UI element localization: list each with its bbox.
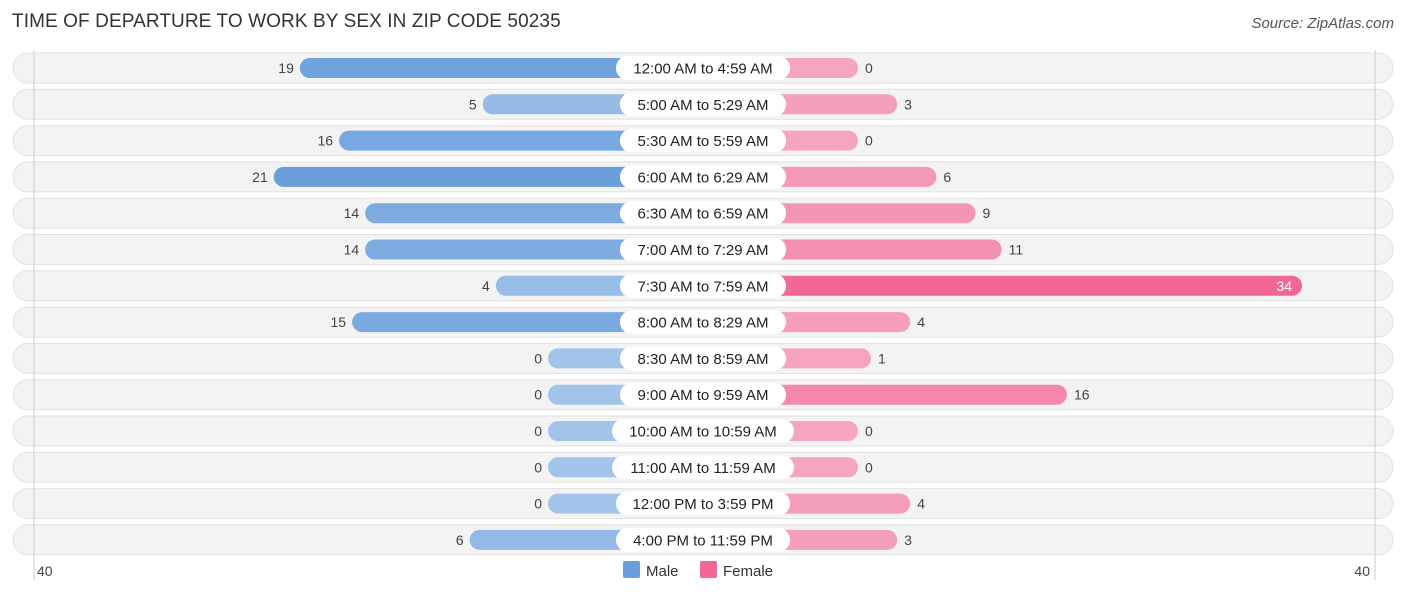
value-label-male: 0 xyxy=(534,350,542,366)
value-label-female: 4 xyxy=(917,496,925,512)
value-label-female: 6 xyxy=(943,169,951,185)
value-label-male: 5 xyxy=(469,96,477,112)
value-label-female: 4 xyxy=(917,314,925,330)
category-label: 6:00 AM to 6:29 AM xyxy=(638,169,769,186)
chart-rows: 12:00 AM to 4:59 AM19 05:00 AM to 5:29 AM… xyxy=(12,52,1394,556)
value-label-male: 16 xyxy=(317,133,333,149)
value-label-male: 14 xyxy=(344,242,360,258)
value-label-female: 1 xyxy=(878,350,886,366)
value-label-female: 0 xyxy=(865,459,873,475)
value-label-female: 0 xyxy=(865,133,873,149)
chart-row: 4:00 PM to 11:59 PM 6 3 xyxy=(12,524,1394,556)
legend-swatch-male xyxy=(623,561,640,578)
chart-svg: 12:00 AM to 4:59 AM19 05:00 AM to 5:29 AM… xyxy=(12,50,1394,580)
legend: Male Female xyxy=(623,561,773,580)
chart-row: 7:30 AM to 7:59 AM 4 34 xyxy=(12,270,1394,302)
value-label-female: 11 xyxy=(1009,242,1024,258)
value-label-male: 15 xyxy=(331,314,347,330)
category-label: 11:00 AM to 11:59 AM xyxy=(630,460,775,477)
chart-row: 11:00 AM to 11:59 AM 0 0 xyxy=(12,451,1394,483)
value-label-male: 0 xyxy=(534,387,542,403)
category-label: 7:30 AM to 7:59 AM xyxy=(638,278,769,295)
chart-row: 6:30 AM to 6:59 AM 14 9 xyxy=(12,197,1394,229)
value-label-female: 3 xyxy=(904,96,912,112)
category-label: 6:30 AM to 6:59 AM xyxy=(638,206,769,223)
value-label-male: 0 xyxy=(534,496,542,512)
value-label-male: 21 xyxy=(252,169,268,185)
chart-row: 8:30 AM to 8:59 AM 0 1 xyxy=(12,342,1394,374)
chart-row: 10:00 AM to 10:59 AM 0 0 xyxy=(12,415,1394,447)
category-label: 12:00 PM to 3:59 PM xyxy=(633,496,774,513)
value-label-male: 0 xyxy=(534,423,542,439)
value-label-female: 3 xyxy=(904,532,912,548)
chart-row: 5:00 AM to 5:29 AM 5 3 xyxy=(12,88,1394,120)
category-label: 12:00 AM to 4:59 AM xyxy=(633,61,772,78)
axis-right-label: 40 xyxy=(1354,563,1370,579)
value-label-female: 9 xyxy=(983,205,991,221)
chart-row: 12:00 AM to 4:59 AM 19 0 xyxy=(12,52,1394,84)
value-label-female: 16 xyxy=(1074,387,1090,403)
value-label-female: 34 xyxy=(1276,278,1292,294)
value-label-male: 6 xyxy=(456,532,464,548)
chart-row: 7:00 AM to 7:29 AM 14 11 xyxy=(12,234,1394,265)
legend-label-male: Male xyxy=(646,563,679,580)
category-label: 10:00 AM to 10:59 AM xyxy=(629,424,777,441)
value-label-male: 19 xyxy=(278,60,294,76)
chart-row: 12:00 PM to 3:59 PM 0 4 xyxy=(12,488,1394,520)
chart-row: 5:30 AM to 5:59 AM 16 0 xyxy=(12,125,1394,157)
category-label: 8:30 AM to 8:59 AM xyxy=(638,351,769,368)
chart-row: 8:00 AM to 8:29 AM 15 4 xyxy=(12,306,1394,338)
value-label-male: 14 xyxy=(344,205,360,221)
value-label-male: 4 xyxy=(482,278,490,294)
category-label: 8:00 AM to 8:29 AM xyxy=(638,315,769,332)
legend-label-female: Female xyxy=(723,563,773,580)
chart-row: 6:00 AM to 6:29 AM 21 6 xyxy=(12,161,1394,193)
value-label-female: 0 xyxy=(865,423,873,439)
axis-left-label: 40 xyxy=(37,563,53,579)
chart-row: 9:00 AM to 9:59 AM 0 16 xyxy=(12,379,1394,411)
category-label: 9:00 AM to 9:59 AM xyxy=(638,387,769,404)
bar-female xyxy=(703,275,1303,296)
category-label: 7:00 AM to 7:29 AM xyxy=(638,242,769,259)
legend-swatch-female xyxy=(700,561,717,578)
category-label: 5:00 AM to 5:29 AM xyxy=(638,97,769,114)
category-label: 5:30 AM to 5:59 AM xyxy=(638,133,769,150)
value-label-male: 0 xyxy=(534,459,542,475)
category-label: 4:00 PM to 11:59 PM xyxy=(633,532,773,549)
value-label-female: 0 xyxy=(865,60,873,76)
